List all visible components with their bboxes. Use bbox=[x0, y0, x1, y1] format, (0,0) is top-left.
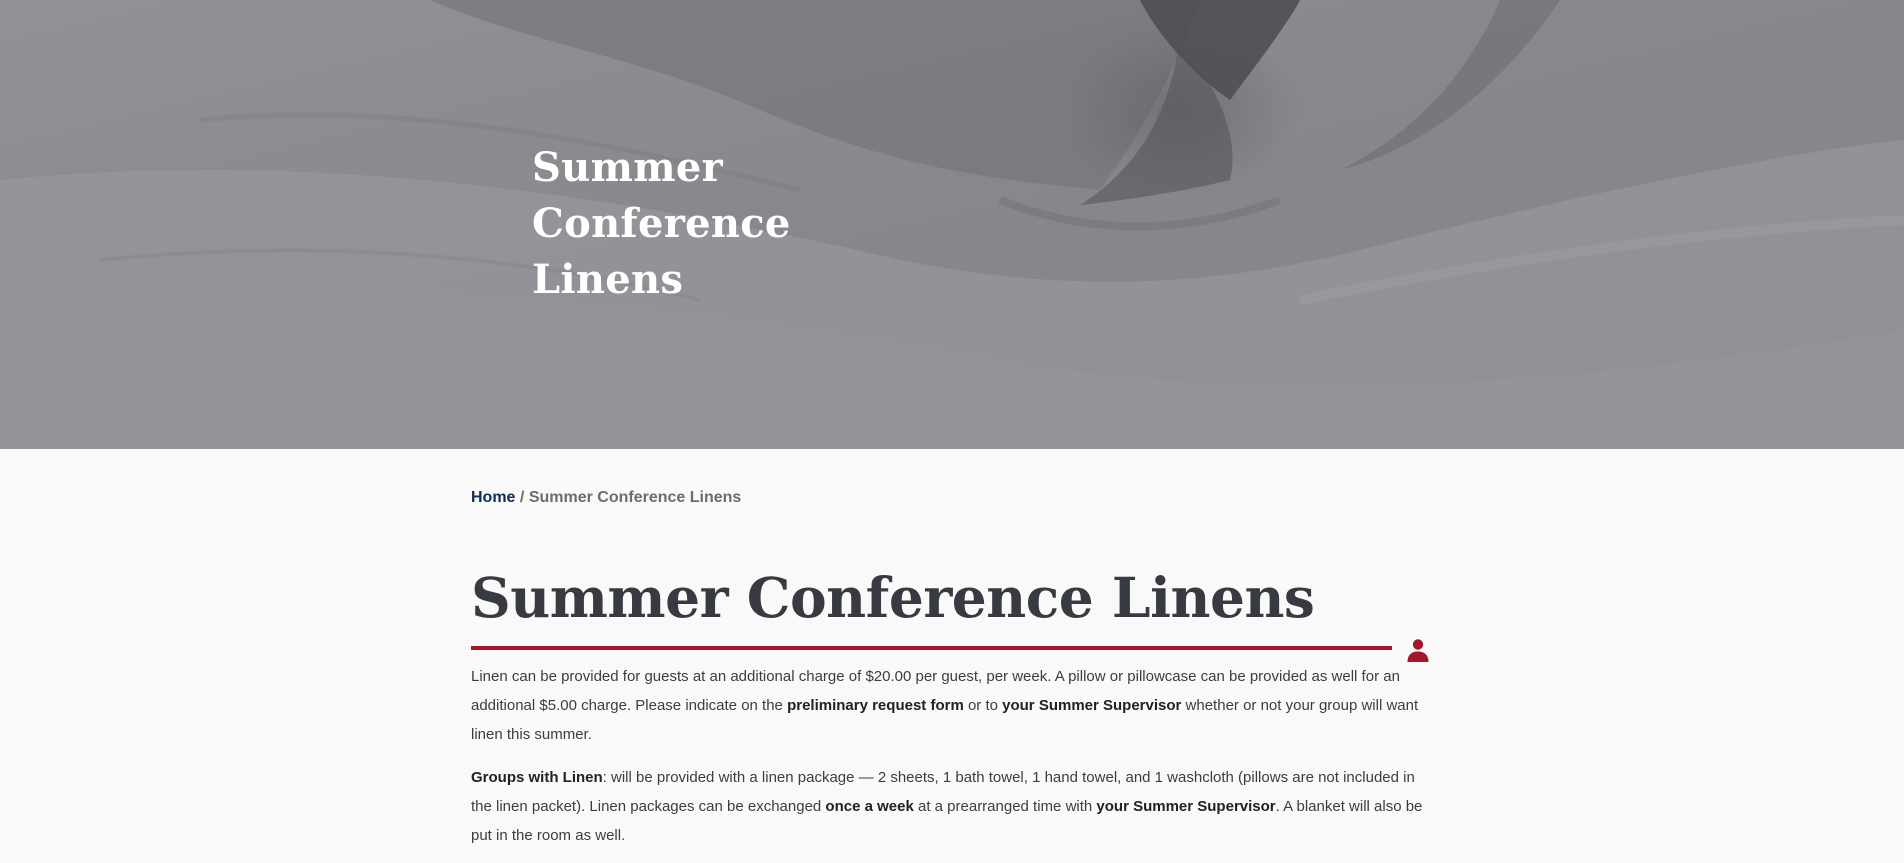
bed-linen-background-image bbox=[0, 0, 1904, 449]
p1-preliminary-request-form: preliminary request form bbox=[787, 697, 964, 714]
linen-pricing-paragraph: Linen can be provided for guests at an a… bbox=[471, 662, 1433, 749]
p2-groups-with-linen: Groups with Linen bbox=[471, 769, 603, 786]
breadcrumb: Home / Summer Conference Linens bbox=[471, 489, 741, 507]
p2-once-a-week: once a week bbox=[825, 798, 914, 815]
hero-title: Summer Conference Linens bbox=[532, 144, 791, 303]
hero-banner: Summer Conference Linens bbox=[0, 0, 1904, 449]
p1-text-c: or to bbox=[963, 697, 1003, 714]
user-icon[interactable] bbox=[1405, 637, 1431, 663]
p2-text-d: at a prearranged time with bbox=[913, 798, 1097, 815]
breadcrumb-separator: / bbox=[519, 489, 525, 506]
groups-with-linen-paragraph: Groups with Linen: will be provided with… bbox=[471, 763, 1433, 850]
p1-summer-supervisor: your Summer Supervisor bbox=[1002, 697, 1182, 714]
p2-summer-supervisor: your Summer Supervisor bbox=[1096, 798, 1276, 815]
breadcrumb-home-link[interactable]: Home bbox=[471, 489, 515, 506]
title-underline-divider bbox=[471, 646, 1392, 650]
page-title: Summer Conference Linens bbox=[471, 565, 1315, 630]
breadcrumb-current: Summer Conference Linens bbox=[528, 489, 742, 506]
